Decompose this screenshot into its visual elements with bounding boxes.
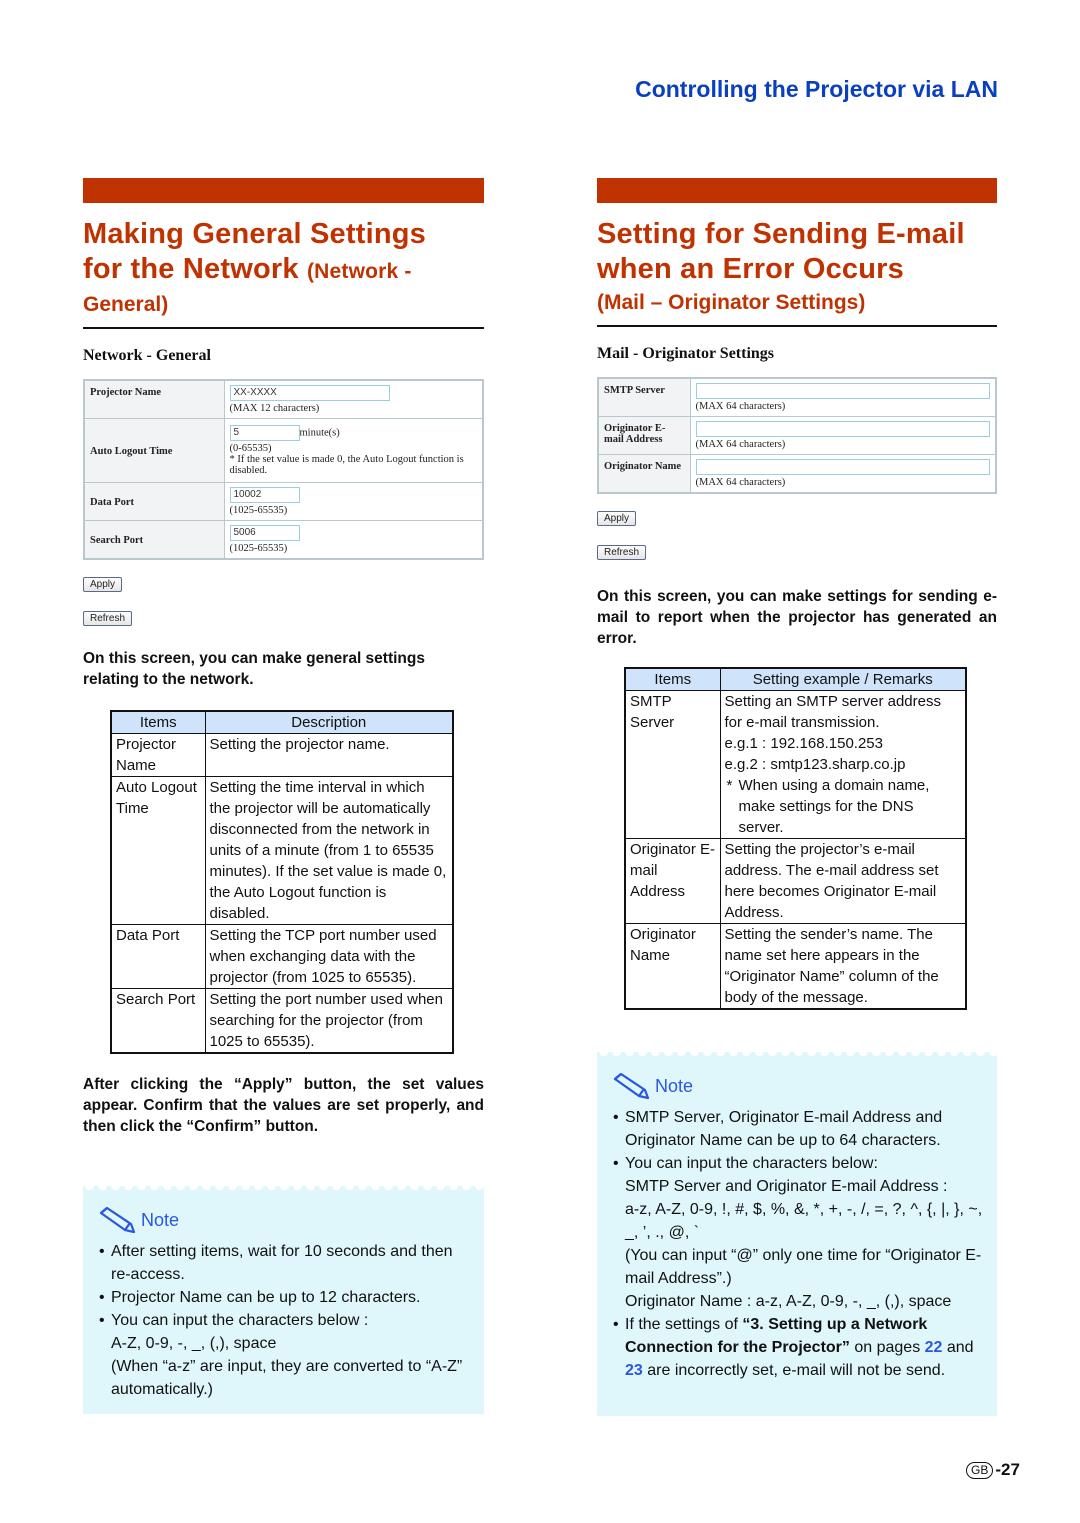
divider [83,327,484,329]
section-title: Making General Settings for the Network … [83,218,427,285]
header-title: Controlling the Projector via LAN [635,76,998,102]
mail-originator-form: SMTP Server (MAX 64 characters) Originat… [597,377,997,494]
pencil-icon [99,1206,136,1234]
note-box: Note After setting items, wait for 10 se… [83,1186,484,1414]
note-box: Note SMTP Server, Originator E-mail Addr… [597,1052,997,1416]
form-row-auto-logout: Auto Logout Time 5 minute(s) (0-65535) * … [83,418,484,483]
form-row-projector-name: Projector Name XX-XXXX (MAX 12 character… [83,379,484,419]
smtp-server-input[interactable] [695,383,990,399]
table-row: Auto Logout Time Setting the time interva… [110,776,454,925]
page-link-22[interactable]: 22 [925,1339,943,1356]
section-bar [597,178,997,203]
data-port-input[interactable]: 10002 [229,487,300,503]
note-item: If the settings of “3. Setting up a Netw… [611,1313,987,1382]
form-row-smtp-server: SMTP Server (MAX 64 characters) [597,377,997,417]
note-item: Projector Name can be up to 12 character… [97,1286,474,1309]
refresh-button[interactable]: Refresh [83,611,133,626]
form-row-originator-email: Originator E-mail Address (MAX 64 charac… [597,416,997,455]
items-description-table: Items Description Projector Name Setting t… [110,710,454,1054]
table-row: Projector Name Setting the projector name… [110,733,454,777]
projector-name-input[interactable]: XX-XXXX [229,385,390,401]
apply-button[interactable]: Apply [83,577,123,592]
form-row-originator-name: Originator Name (MAX 64 characters) [597,454,997,494]
note-item: SMTP Server, Originator E-mail Address a… [611,1106,987,1152]
divider [597,325,997,327]
section-subtitle: (Mail – Originator Settings) [597,291,866,314]
originator-email-input[interactable] [695,421,990,437]
originator-name-input[interactable] [695,459,990,475]
refresh-button[interactable]: Refresh [597,545,647,560]
table-row: Originator E-mail Address Setting the pro… [624,838,967,924]
pencil-icon [613,1072,650,1100]
items-remarks-table: Items Setting example / Remarks SMTP Serv… [624,667,967,1010]
intro-text: On this screen, you can make general set… [83,650,425,688]
page-number: GB -27 [966,1460,1020,1480]
network-general-form: Projector Name XX-XXXX (MAX 12 character… [83,379,484,560]
apply-button[interactable]: Apply [597,511,637,526]
region-badge: GB [966,1461,994,1479]
form-row-data-port: Data Port 10002 (1025-65535) [83,482,484,521]
capture-title: Network - General [83,347,211,364]
mail-originator-section: Setting for Sending E-mail when an Error… [597,178,997,1010]
table-row: SMTP Server Setting an SMTP server addre… [624,690,967,839]
note-item: After setting items, wait for 10 seconds… [97,1240,474,1286]
table-row: Search Port Setting the port number used … [110,988,454,1054]
section-bar [83,178,484,203]
note-item: You can input the characters below: SMTP… [611,1152,987,1313]
search-port-input[interactable]: 5006 [229,525,300,541]
intro-text: On this screen, you can make settings fo… [597,588,997,647]
note-label: Note [655,1075,694,1096]
table-row: Originator Name Setting the sender’s name… [624,923,967,1010]
note-item: You can input the characters below : A-Z… [97,1309,474,1401]
after-apply-text: After clicking the “Apply” button, the s… [83,1076,484,1135]
section-title: Setting for Sending E-mail when an Error… [597,218,965,285]
section-subtitle: General) [83,293,169,316]
capture-title: Mail - Originator Settings [597,345,775,362]
network-general-section: Making General Settings for the Network … [83,178,484,1137]
note-label: Note [141,1209,180,1230]
page-link-23[interactable]: 23 [625,1362,643,1379]
auto-logout-input[interactable]: 5 [229,425,300,441]
form-row-search-port: Search Port 5006 (1025-65535) [83,520,484,560]
table-row: Data Port Setting the TCP port number use… [110,924,454,989]
